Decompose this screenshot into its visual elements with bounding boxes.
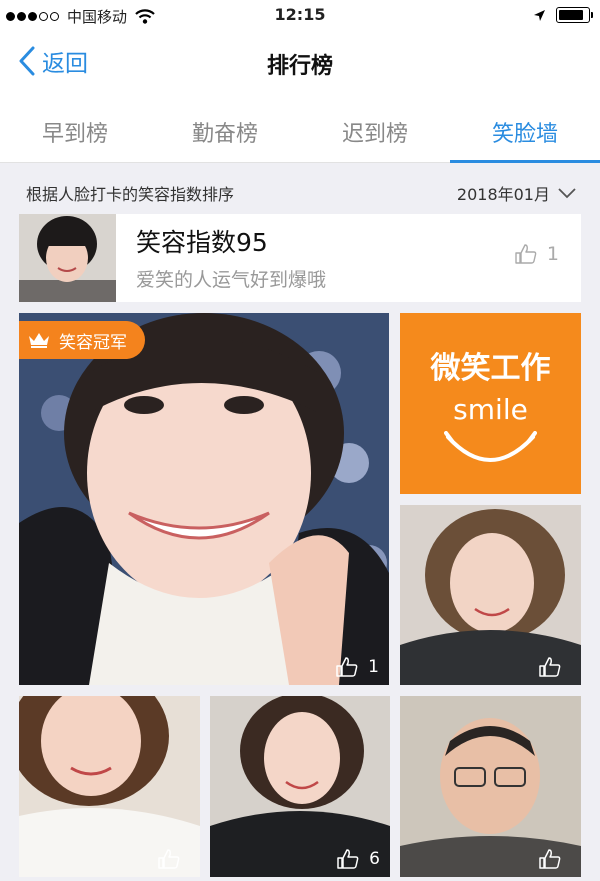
like-badge[interactable]: 6 bbox=[337, 849, 380, 869]
tab-smile-wall[interactable]: 笑脸墙 bbox=[450, 92, 600, 163]
like-count: 6 bbox=[369, 849, 380, 869]
thumbs-up-icon bbox=[158, 849, 180, 869]
champion-photo-tile[interactable]: 笑容冠军 1 bbox=[19, 313, 389, 685]
navigation-bar: 返回 排行榜 bbox=[0, 32, 600, 92]
champion-photo bbox=[19, 313, 389, 685]
smile-score: 笑容指数95 bbox=[136, 228, 268, 257]
status-bar: 中国移动 12:15 bbox=[0, 0, 600, 32]
champion-label: 笑容冠军 bbox=[59, 332, 127, 353]
like-count: 1 bbox=[546, 243, 559, 265]
tab-late[interactable]: 迟到榜 bbox=[300, 92, 450, 162]
smile-icon bbox=[444, 431, 537, 462]
month-selector[interactable]: 2018年01月 bbox=[457, 181, 576, 205]
like-badge[interactable] bbox=[158, 849, 190, 869]
tab-early[interactable]: 早到榜 bbox=[0, 92, 150, 162]
battery-icon bbox=[556, 7, 593, 23]
photo-tile[interactable] bbox=[400, 696, 581, 877]
thumbs-up-icon bbox=[337, 849, 359, 869]
smile-work-banner: 微笑工作 smile bbox=[400, 313, 581, 494]
like-button[interactable]: 1 bbox=[515, 243, 559, 265]
location-arrow-icon bbox=[534, 9, 545, 21]
smile-motto: 爱笑的人运气好到爆哦 bbox=[136, 269, 327, 291]
banner-title: 微笑工作 bbox=[430, 351, 551, 386]
month-label: 2018年01月 bbox=[456, 185, 550, 204]
my-smile-card[interactable]: 笑容指数95 爱笑的人运气好到爆哦 1 bbox=[19, 214, 581, 302]
like-badge[interactable]: 1 bbox=[336, 657, 379, 677]
photo-tile[interactable] bbox=[19, 696, 200, 877]
thumbs-up-icon bbox=[336, 657, 358, 677]
crown-icon bbox=[29, 333, 49, 348]
status-time: 12:15 bbox=[274, 5, 326, 24]
photo-tile[interactable]: 6 bbox=[210, 696, 390, 877]
like-badge[interactable] bbox=[539, 849, 571, 869]
chevron-down-icon bbox=[558, 187, 576, 198]
ranking-tabs: 早到榜 勤奋榜 迟到榜 笑脸墙 bbox=[0, 92, 600, 163]
thumbs-up-icon bbox=[539, 657, 561, 677]
like-badge[interactable] bbox=[539, 657, 571, 677]
page-title: 排行榜 bbox=[266, 54, 333, 79]
sort-description: 根据人脸打卡的笑容指数排序 bbox=[26, 185, 235, 204]
avatar bbox=[19, 214, 116, 302]
thumbs-up-icon bbox=[539, 849, 561, 869]
banner-word: smile bbox=[453, 393, 528, 426]
filter-row: 根据人脸打卡的笑容指数排序 2018年01月 bbox=[0, 164, 600, 214]
thumbs-up-icon bbox=[515, 244, 537, 264]
status-bar-right bbox=[533, 7, 593, 23]
photo-tile[interactable] bbox=[400, 505, 581, 685]
like-count: 1 bbox=[368, 657, 379, 677]
champion-badge: 笑容冠军 bbox=[19, 321, 145, 359]
tab-diligent[interactable]: 勤奋榜 bbox=[150, 92, 300, 162]
